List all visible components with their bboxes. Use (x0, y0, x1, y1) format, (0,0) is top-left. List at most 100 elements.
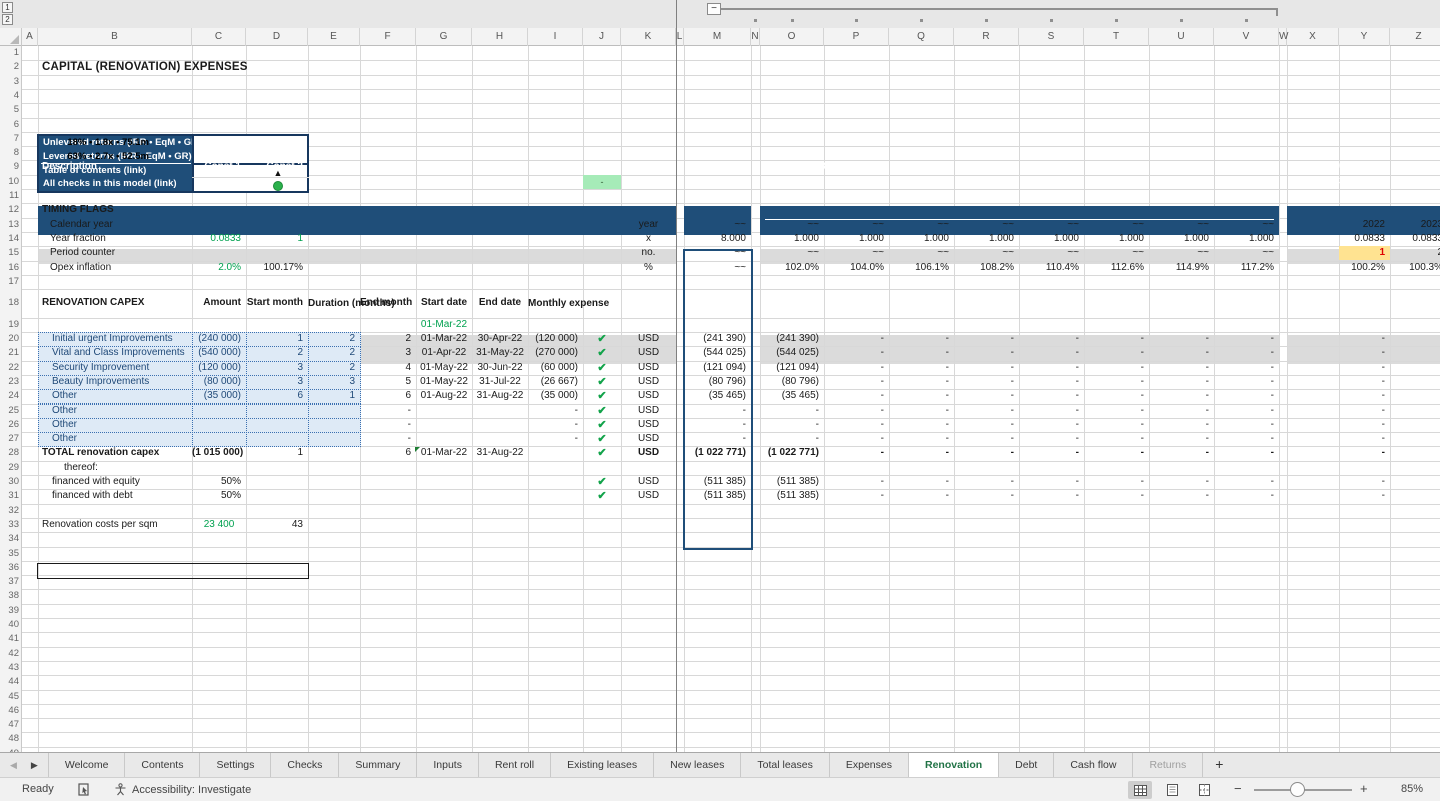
cell-V28[interactable]: - (1214, 446, 1279, 460)
cell-Q10[interactable]: 2024 (889, 175, 954, 189)
cell-I18[interactable]: Monthly expense (528, 289, 583, 318)
column-header-P[interactable]: P (824, 28, 889, 46)
cell-V23[interactable]: - (1214, 375, 1279, 389)
cell-F21[interactable]: 3 (360, 346, 416, 360)
cell-O30[interactable]: (511 385) (760, 475, 824, 489)
row-header-37[interactable]: 37 (0, 575, 19, 589)
cell-D21[interactable]: 2 (246, 346, 308, 360)
cell-V14[interactable]: 1.000 (1214, 232, 1279, 246)
cell-T15[interactable]: ~~ (1084, 246, 1149, 260)
cell-E22[interactable]: 2 (308, 361, 360, 375)
row-header-9[interactable]: 9 (0, 160, 19, 174)
cell-H20[interactable]: 30-Apr-22 (472, 332, 528, 346)
cell-K23[interactable]: USD (621, 375, 676, 389)
input-cell-C26[interactable] (192, 418, 247, 433)
cell-D18[interactable]: Start month (246, 289, 308, 318)
cell-C24[interactable]: (35 000) (192, 389, 246, 403)
cell-D20[interactable]: 1 (246, 332, 308, 346)
cell-H23[interactable]: 31-Jul-22 (472, 375, 528, 389)
cell-R23[interactable]: - (954, 375, 1019, 389)
cell-K9[interactable]: Units (621, 160, 676, 174)
cell-R16[interactable]: 108.2% (954, 261, 1019, 275)
cell-V21[interactable]: - (1214, 346, 1279, 360)
cell-T16[interactable]: 112.6% (1084, 261, 1149, 275)
row-header-2[interactable]: 2 (0, 60, 19, 74)
cell-J25[interactable]: ✔ (583, 404, 621, 418)
cell-D22[interactable]: 3 (246, 361, 308, 375)
cell-Y13[interactable]: 2022 (1339, 218, 1390, 232)
row-header-27[interactable]: 27 (0, 432, 19, 446)
row-header-11[interactable]: 11 (0, 189, 19, 203)
row-header-13[interactable]: 13 (0, 218, 19, 232)
cell-G24[interactable]: 01-Aug-22 (416, 389, 472, 403)
cell-S30[interactable]: - (1019, 475, 1084, 489)
column-header-H[interactable]: H (472, 28, 528, 46)
cell-J27[interactable]: ✔ (583, 432, 621, 446)
tab-new-leases[interactable]: New leases (654, 753, 741, 777)
column-header-N[interactable]: N (751, 28, 760, 46)
cell-R28[interactable]: - (954, 446, 1019, 460)
cell-K24[interactable]: USD (621, 389, 676, 403)
column-header-Z[interactable]: Z (1390, 28, 1440, 46)
row-header-6[interactable]: 6 (0, 118, 19, 132)
cell-T30[interactable]: - (1084, 475, 1149, 489)
cell-M14[interactable]: 8.000 (684, 232, 751, 246)
cell-T10[interactable]: 2027 (1084, 175, 1149, 189)
cell-U27[interactable]: - (1149, 432, 1214, 446)
cell-Y27[interactable]: - (1339, 432, 1390, 446)
cell-Q20[interactable]: - (889, 332, 954, 346)
cell-B29[interactable]: thereof: (38, 461, 192, 475)
cell-S24[interactable]: - (1019, 389, 1084, 403)
cell-B31[interactable]: financed with debt (38, 489, 192, 503)
cell-U31[interactable]: - (1149, 489, 1214, 503)
cell-T21[interactable]: - (1084, 346, 1149, 360)
cell-K16[interactable]: % (621, 261, 676, 275)
cell-G21[interactable]: 01-Apr-22 (416, 346, 472, 360)
cell-D16[interactable]: 100.17% (246, 261, 308, 275)
row-header-42[interactable]: 42 (0, 647, 19, 661)
row-header-19[interactable]: 19 (0, 318, 19, 332)
cell-C21[interactable]: (540 000) (192, 346, 246, 360)
cell-S23[interactable]: - (1019, 375, 1084, 389)
cell-S16[interactable]: 110.4% (1019, 261, 1084, 275)
row-header-36[interactable]: 36 (0, 561, 19, 575)
cell-H22[interactable]: 30-Jun-22 (472, 361, 528, 375)
column-header-Q[interactable]: Q (889, 28, 954, 46)
row-header-41[interactable]: 41 (0, 632, 19, 646)
cell-Y20[interactable]: - (1339, 332, 1390, 346)
cell-V26[interactable]: - (1214, 418, 1279, 432)
input-cell-C25[interactable] (192, 404, 247, 419)
cell-B22[interactable]: Security Improvement (38, 361, 192, 375)
cell-E21[interactable]: 2 (308, 346, 360, 360)
cell-S27[interactable]: - (1019, 432, 1084, 446)
cell-B9[interactable]: Description (38, 160, 192, 174)
cell-Y25[interactable]: - (1339, 404, 1390, 418)
column-header-V[interactable]: V (1214, 28, 1279, 46)
cell-U13[interactable]: ~~ (1149, 218, 1214, 232)
column-header-L[interactable]: L (676, 28, 684, 46)
column-header-E[interactable]: E (308, 28, 360, 46)
input-cell-C27[interactable] (192, 432, 247, 447)
row-header-10[interactable]: 10 (0, 175, 19, 189)
cell-F24[interactable]: 6 (360, 389, 416, 403)
accessibility-status[interactable]: Accessibility: Investigate (114, 778, 251, 801)
cell-U15[interactable]: ~~ (1149, 246, 1214, 260)
prev-sheet-arrow-icon[interactable]: ◀ (10, 760, 17, 771)
cell-G20[interactable]: 01-Mar-22 (416, 332, 472, 346)
cell-O20[interactable]: (241 390) (760, 332, 824, 346)
cell-C28[interactable]: (1 015 000) (192, 446, 246, 460)
tab-inputs[interactable]: Inputs (417, 753, 479, 777)
cell-F20[interactable]: 2 (360, 332, 416, 346)
cell-P23[interactable]: - (824, 375, 889, 389)
zoom-in-button[interactable]: + (1360, 778, 1368, 800)
cell-P20[interactable]: - (824, 332, 889, 346)
column-header-G[interactable]: G (416, 28, 472, 46)
cell-B20[interactable]: Initial urgent Improvements (38, 332, 192, 346)
cell-Y31[interactable]: - (1339, 489, 1390, 503)
cell-K13[interactable]: year (621, 218, 676, 232)
cell-D14[interactable]: 1 (246, 232, 308, 246)
cell-S21[interactable]: - (1019, 346, 1084, 360)
cell-Y22[interactable]: - (1339, 361, 1390, 375)
cell-S28[interactable]: - (1019, 446, 1084, 460)
cell-T31[interactable]: - (1084, 489, 1149, 503)
